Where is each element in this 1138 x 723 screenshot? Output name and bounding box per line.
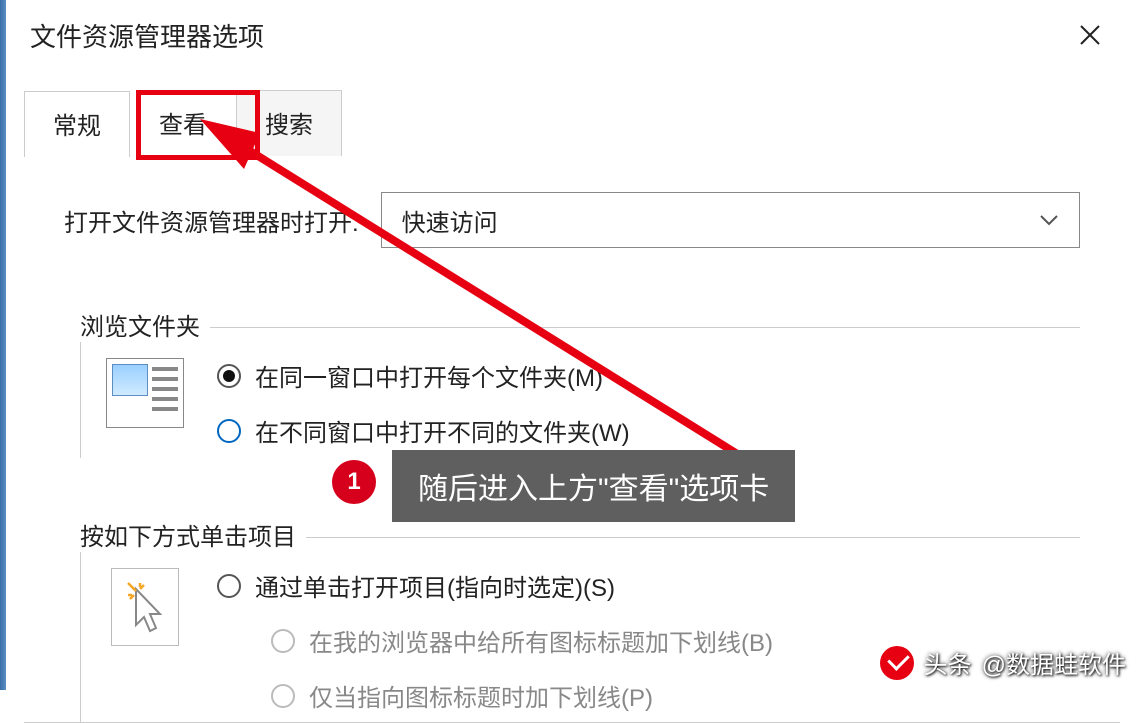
radio-diff-window-label: 在不同窗口中打开不同的文件夹(W) <box>255 413 630 448</box>
annotation-callout: 随后进入上方"查看"选项卡 <box>392 450 795 522</box>
tab-general[interactable]: 常规 <box>24 91 130 157</box>
radio-icon <box>271 684 295 708</box>
open-with-dropdown[interactable]: 快速访问 <box>381 192 1080 248</box>
window-title: 文件资源管理器选项 <box>30 17 264 54</box>
tab-row: 常规 查看 搜索 <box>24 90 1120 156</box>
radio-same-window-label: 在同一窗口中打开每个文件夹(M) <box>255 358 603 393</box>
radio-icon <box>217 574 241 598</box>
cursor-click-icon <box>111 568 179 646</box>
tab-content-general: 打开文件资源管理器时打开: 快速访问 浏览文件夹 <box>24 156 1120 723</box>
click-icon-col <box>101 562 189 646</box>
radio-underline-all-label: 在我的浏览器中给所有图标标题加下划线(B) <box>309 623 773 658</box>
click-items-legend: 按如下方式单击项目 <box>80 524 296 551</box>
radio-single-click-label: 通过单击打开项目(指向时选定)(S) <box>255 568 615 603</box>
watermark-text: @数据蛙软件 <box>982 645 1126 680</box>
close-button[interactable] <box>1066 11 1114 59</box>
radio-diff-window[interactable]: 在不同窗口中打开不同的文件夹(W) <box>217 413 1060 448</box>
dialog-window: 文件资源管理器选项 常规 查看 搜索 打开文件资源管理器时打开: 快速访问 <box>6 0 1138 690</box>
close-icon <box>1079 24 1101 46</box>
browse-folders-group: 浏览文件夹 在同一窗口中打开每个文件夹(M) <box>80 284 1080 458</box>
tabs-container: 常规 查看 搜索 打开文件资源管理器时打开: 快速访问 浏览文件夹 <box>24 90 1120 723</box>
tab-view[interactable]: 查看 <box>130 90 236 156</box>
open-with-selected: 快速访问 <box>402 203 498 238</box>
watermark: 头条 @数据蛙软件 <box>880 645 1126 680</box>
titlebar: 文件资源管理器选项 <box>6 0 1138 70</box>
open-with-label: 打开文件资源管理器时打开: <box>64 203 359 238</box>
annotation-step-badge: 1 <box>332 460 376 504</box>
watermark-icon <box>880 646 914 680</box>
browse-folders-legend: 浏览文件夹 <box>80 314 200 341</box>
click-items-group: 按如下方式单击项目 <box>80 494 1080 723</box>
chevron-down-icon <box>1039 210 1059 231</box>
radio-same-window[interactable]: 在同一窗口中打开每个文件夹(M) <box>217 358 1060 393</box>
tab-search[interactable]: 搜索 <box>236 90 342 156</box>
radio-icon <box>271 629 295 653</box>
folder-window-icon <box>106 358 184 428</box>
radio-underline-point[interactable]: 仅当指向图标标题时加下划线(P) <box>217 678 1060 713</box>
radio-icon <box>217 364 241 388</box>
radio-underline-point-label: 仅当指向图标标题时加下划线(P) <box>309 678 653 713</box>
radio-single-click[interactable]: 通过单击打开项目(指向时选定)(S) <box>217 568 1060 603</box>
radio-icon <box>217 419 241 443</box>
watermark-prefix: 头条 <box>924 645 972 680</box>
browse-icon-col <box>101 352 189 428</box>
open-with-row: 打开文件资源管理器时打开: 快速访问 <box>64 192 1080 248</box>
